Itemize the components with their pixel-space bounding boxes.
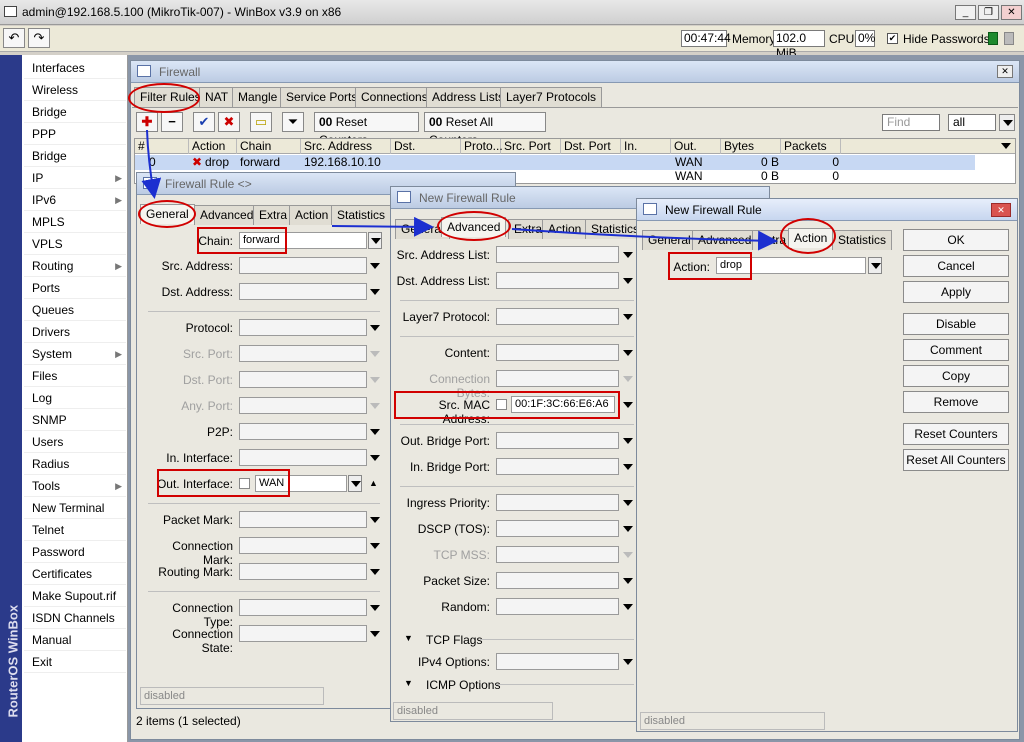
annotation-arrow [331,216,434,237]
annotation-arrows [141,129,778,251]
annotation-arrow [511,228,778,251]
annotation-arrow [141,129,162,199]
